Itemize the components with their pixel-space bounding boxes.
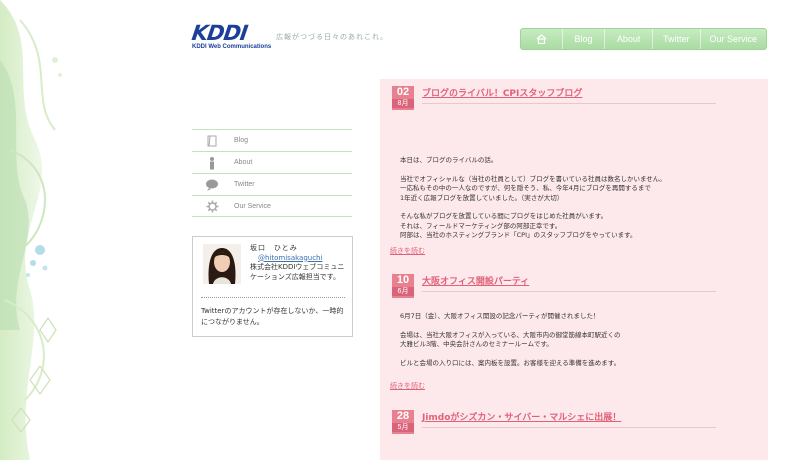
sidebar-item-our-service[interactable]: Our Service	[192, 195, 352, 217]
post-paragraph: 6月7日（金）、大阪オフィス開設の記念パーティが開催されました！	[400, 312, 600, 320]
kddi-logo[interactable]: KDDI KDDI Web Communications	[190, 21, 272, 52]
sidebar-item-about[interactable]: About	[192, 151, 352, 173]
home-icon	[536, 34, 547, 44]
top-nav: Blog About Twitter Our Service	[520, 28, 767, 50]
post-date-badge: 28 5月	[392, 410, 414, 434]
post-title-link[interactable]: Jimdoがシズカン・サイバー・マルシェに出展！	[422, 410, 621, 423]
post-title-rule	[422, 427, 716, 428]
post-body: 6月7日（金）、大阪オフィス開設の記念パーティが開催されました！ 会場は、当社大…	[400, 312, 760, 377]
post-day: 10	[396, 274, 410, 286]
post-day: 28	[396, 410, 410, 422]
sidebar-item-twitter[interactable]: Twitter	[192, 173, 352, 195]
post-paragraph: 当社でオフィシャルな（当社の社員として）ブログを書いている社員は数名しかいません…	[400, 174, 666, 202]
post-month: 8月	[392, 99, 414, 108]
post-title-rule	[422, 291, 716, 292]
post-paragraph: ビルと会場の入り口には、案内板を設置。お客様を迎える準備を進めます。	[400, 358, 621, 367]
nav-about[interactable]: About	[605, 29, 653, 49]
speech-bubble-icon	[192, 179, 232, 191]
post-title-rule	[422, 103, 716, 104]
sidebar-label-twitter: Twitter	[234, 181, 255, 188]
sidebar-label-about: About	[234, 159, 253, 166]
profile-name: 坂口 ひとみ	[250, 244, 298, 252]
post-body: 本日は、ブログのライバルの話。 当社でオフィシャルな（当社の社員として）ブログを…	[400, 156, 760, 250]
notebook-icon	[192, 135, 232, 147]
post-title-link[interactable]: ブログのライバル！CPIスタッフブログ	[422, 86, 582, 99]
avatar	[203, 244, 241, 284]
post-month: 6月	[392, 287, 414, 296]
decorative-swirl	[0, 0, 80, 460]
post-month: 5月	[392, 423, 414, 432]
twitter-profile-box: 坂口 ひとみ @hitomisakaguchi 株式会社KDDIウェブコミュニケ…	[192, 236, 353, 337]
post-day: 02	[396, 86, 410, 98]
read-more-link[interactable]: 続きを読む	[390, 381, 425, 391]
post-paragraph: 会場は、当社大阪オフィスが入っている、大阪市内の御堂筋線本町駅近くの 大雅ビル3…	[400, 330, 621, 349]
blog-main: 02 8月 ブログのライバル！CPIスタッフブログ 本日は、ブログのライバルの話…	[380, 79, 768, 460]
post-paragraph: そんな私がブログを放置している間にブログをはじめた社員がいます。 それは、フィー…	[400, 212, 637, 239]
nav-our-service[interactable]: Our Service	[701, 29, 766, 49]
profile-description: 株式会社KDDIウェブコミュニケーションズ広報担当です。	[250, 263, 345, 281]
sidebar-menu: Blog About Twitter Our Service	[192, 129, 352, 217]
profile-handle-link[interactable]: @hitomisakaguchi	[250, 254, 350, 264]
sidebar-label-our-service: Our Service	[234, 202, 271, 210]
profile-text: 坂口 ひとみ @hitomisakaguchi 株式会社KDDIウェブコミュニケ…	[250, 244, 350, 282]
site-tagline: 広報がつづる日々のあれこれ。	[276, 33, 389, 41]
read-more-link[interactable]: 続きを読む	[390, 246, 425, 256]
post-title-link[interactable]: 大阪オフィス開設パーティ	[422, 274, 529, 287]
gear-icon	[192, 200, 232, 213]
post-date-badge: 10 6月	[392, 274, 414, 298]
nav-twitter[interactable]: Twitter	[653, 29, 701, 49]
post-paragraph: 本日は、ブログのライバルの話。	[400, 156, 498, 164]
sidebar-label-blog: Blog	[234, 137, 249, 144]
logo-mark: KDDI	[190, 21, 249, 45]
profile-divider	[201, 297, 345, 298]
sidebar-item-blog[interactable]: Blog	[192, 129, 352, 151]
person-icon	[192, 156, 232, 170]
twitter-status-note: Twitterのアカウントが存在しないか、一時的につながりません。	[201, 307, 344, 326]
nav-blog[interactable]: Blog	[563, 29, 606, 49]
nav-home[interactable]	[521, 29, 563, 49]
post-date-badge: 02 8月	[392, 86, 414, 110]
